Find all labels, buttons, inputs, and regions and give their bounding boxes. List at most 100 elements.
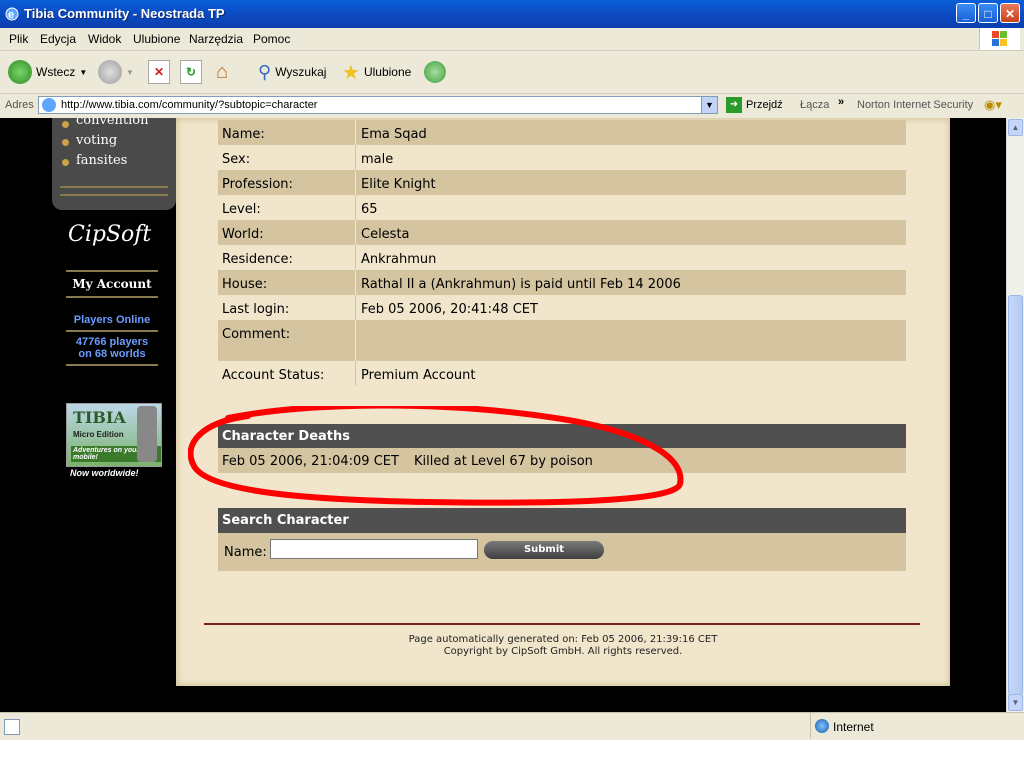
menu-view[interactable]: Widok — [88, 32, 121, 46]
chevron-right-icon[interactable]: » — [838, 96, 844, 108]
menu-tools[interactable]: Narzędzia — [189, 32, 243, 46]
footer-copyright: Copyright by CipSoft GmbH. All rights re… — [443, 646, 683, 657]
back-arrow-icon — [8, 60, 32, 84]
svg-text:e: e — [8, 9, 14, 21]
home-button[interactable]: ⌂ — [210, 59, 234, 85]
row-label: Comment: — [222, 327, 291, 342]
table-row: World: Celesta — [218, 220, 906, 245]
star-icon: ★ — [342, 61, 360, 84]
row-value: Celesta — [361, 227, 410, 242]
tibiame-subtitle: Micro Edition — [73, 430, 124, 439]
table-row: Last login: Feb 05 2006, 20:41:48 CET — [218, 295, 906, 320]
minimize-button[interactable]: _ — [956, 3, 976, 23]
forward-button[interactable]: ▼ — [98, 59, 134, 85]
divider — [66, 330, 158, 332]
worlds-count: on 68 worlds — [78, 348, 146, 360]
submit-button[interactable]: Submit — [484, 541, 604, 559]
go-button[interactable]: ➜ Przejdź — [726, 97, 783, 113]
sidebar-link-convention[interactable]: convention — [76, 118, 148, 128]
menu-file[interactable]: Plik — [9, 32, 28, 46]
row-label: Last login: — [222, 302, 290, 317]
address-url: http://www.tibia.com/community/?subtopic… — [61, 99, 318, 111]
vertical-scrollbar[interactable]: ▲ ▼ — [1006, 118, 1024, 712]
refresh-button[interactable]: ↻ — [180, 59, 202, 85]
history-icon — [424, 61, 446, 83]
window-title: Tibia Community - Neostrada TP — [24, 6, 225, 21]
search-button[interactable]: ⚲ Wyszukaj — [258, 59, 326, 85]
address-label: Adres — [5, 99, 34, 111]
address-input[interactable]: http://www.tibia.com/community/?subtopic… — [38, 96, 718, 114]
footer-divider — [204, 623, 920, 625]
section-title: Search Character — [222, 513, 349, 528]
maximize-button[interactable]: □ — [978, 3, 998, 23]
table-row: Name: Ema Sqad — [218, 120, 906, 145]
history-button[interactable] — [424, 59, 446, 85]
globe-icon[interactable]: ◉▾ — [984, 97, 1002, 113]
chevron-down-icon[interactable]: ▼ — [701, 97, 717, 113]
players-count: 47766 players — [75, 336, 149, 348]
table-row: House: Rathal II a (Ankrahmun) is paid un… — [218, 270, 906, 295]
links-label[interactable]: Łącza — [800, 99, 829, 111]
windows-flag-icon — [992, 31, 1007, 46]
players-online-title: Players Online — [73, 314, 151, 326]
search-label: Wyszukaj — [275, 65, 327, 79]
status-bar: Internet — [0, 712, 1024, 741]
row-label: Level: — [222, 202, 261, 217]
scroll-thumb[interactable] — [1008, 295, 1023, 695]
windows-logo — [979, 28, 1020, 50]
divider — [60, 194, 168, 196]
tibiame-banner[interactable]: TIBIA Micro Edition Adventures on your m… — [66, 403, 162, 467]
window-titlebar[interactable]: e Tibia Community - Neostrada TP _ □ ✕ — [0, 0, 1024, 28]
table-row: Level: 65 — [218, 195, 906, 220]
back-label: Wstecz — [36, 65, 76, 79]
zone-label: Internet — [833, 720, 874, 734]
row-value: Premium Account — [361, 368, 476, 383]
menu-favorites[interactable]: Ulubione — [133, 32, 180, 46]
toolbar: Wstecz ▼ ▼ ✕ ↻ ⌂ ⚲ Wyszukaj ★ Ulubione — [0, 51, 1024, 94]
forward-arrow-icon — [98, 60, 122, 84]
table-row: Profession: Elite Knight — [218, 170, 906, 195]
close-button[interactable]: ✕ — [1000, 3, 1020, 23]
search-character-header: Search Character — [218, 508, 906, 533]
norton-toolbar[interactable]: Norton Internet Security — [857, 99, 973, 111]
menu-bar: Plik Edycja Widok Ulubione Narzędzia Pom… — [0, 28, 1024, 51]
row-label: Sex: — [222, 152, 251, 167]
favorites-button[interactable]: ★ Ulubione — [342, 59, 411, 85]
bullet-icon — [62, 159, 69, 166]
cipsoft-logo[interactable]: CipSoft — [68, 222, 151, 247]
stop-button[interactable]: ✕ — [148, 59, 170, 85]
my-account-button[interactable]: My Account — [66, 270, 158, 298]
row-value: Feb 05 2006, 20:41:48 CET — [361, 302, 538, 317]
divider — [66, 364, 158, 366]
menu-help[interactable]: Pomoc — [253, 32, 290, 46]
character-name-input[interactable] — [270, 539, 478, 559]
page-status-icon — [4, 719, 20, 735]
row-value: Ema Sqad — [361, 127, 427, 142]
row-value: Ankrahmun — [361, 252, 437, 267]
bullet-icon — [62, 121, 69, 128]
scroll-down-button[interactable]: ▼ — [1008, 694, 1023, 711]
row-value: male — [361, 152, 394, 167]
back-button[interactable]: Wstecz ▼ — [8, 59, 87, 85]
main-panel: Name: Ema Sqad Sex: male Profession: Elite … — [176, 118, 950, 686]
chevron-down-icon: ▼ — [79, 67, 88, 77]
tibiame-title: TIBIA — [73, 408, 126, 427]
red-annotation-circle — [188, 406, 684, 506]
name-label: Name: — [224, 545, 267, 560]
players-online-box[interactable]: Players Online 47766 players on 68 world… — [66, 314, 158, 370]
security-zone[interactable]: Internet — [810, 713, 1021, 739]
menu-edit[interactable]: Edycja — [40, 32, 76, 46]
scroll-up-button[interactable]: ▲ — [1008, 119, 1023, 136]
chevron-down-icon: ▼ — [126, 67, 134, 77]
desktop-strip — [0, 740, 1024, 768]
stop-icon: ✕ — [148, 60, 170, 84]
row-label: Residence: — [222, 252, 293, 267]
table-row: Comment: — [218, 320, 906, 361]
sidebar-link-fansites[interactable]: fansites — [76, 153, 127, 168]
phone-icon — [137, 406, 157, 462]
row-label: Profession: — [222, 177, 293, 192]
worldwide-label[interactable]: Now worldwide! — [70, 468, 139, 478]
divider — [60, 186, 168, 188]
sidebar-link-voting[interactable]: voting — [76, 133, 117, 148]
refresh-icon: ↻ — [180, 60, 202, 84]
